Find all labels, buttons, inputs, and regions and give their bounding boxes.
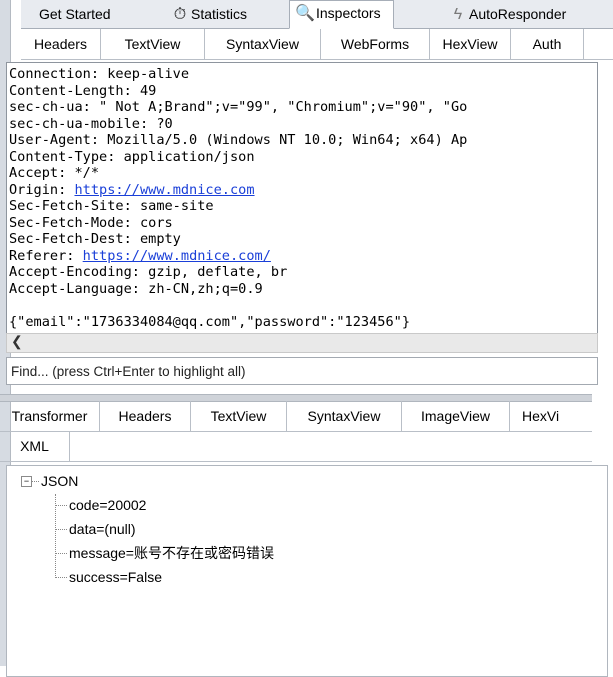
tab-get-started[interactable]: Get Started bbox=[39, 2, 111, 27]
tab-request-textview[interactable]: TextView bbox=[101, 29, 205, 59]
horizontal-scrollbar[interactable]: ❮ bbox=[6, 333, 598, 353]
origin-label: Origin: bbox=[9, 181, 75, 198]
response-tabs: Transformer Headers TextView SyntaxView … bbox=[0, 401, 592, 432]
origin-link[interactable]: https://www.mdnice.com bbox=[74, 182, 254, 198]
raw-request-content: Connection: keep-alive Content-Length: 4… bbox=[7, 63, 597, 330]
tab-label: Inspectors bbox=[316, 5, 381, 21]
tab-label: Get Started bbox=[39, 6, 111, 22]
tab-response-headers[interactable]: Headers bbox=[100, 401, 191, 431]
tab-response-textview[interactable]: TextView bbox=[191, 401, 287, 431]
tree-root-node[interactable]: JSON bbox=[41, 472, 78, 490]
tab-request-headers[interactable]: Headers bbox=[21, 29, 101, 59]
tree-node-message[interactable]: message=账号不存在或密码错误 bbox=[69, 544, 274, 562]
tab-response-transformer[interactable]: Transformer bbox=[0, 401, 100, 431]
stopwatch-icon: ⏱ bbox=[173, 6, 187, 23]
raw-headers-top: Connection: keep-alive Content-Length: 4… bbox=[9, 66, 468, 181]
tree-node-data[interactable]: data=(null) bbox=[69, 520, 136, 538]
find-input[interactable]: Find... (press Ctrl+Enter to highlight a… bbox=[6, 357, 598, 385]
request-subtabs: Headers TextView SyntaxView WebForms Hex… bbox=[21, 29, 613, 60]
tree-connector bbox=[55, 505, 67, 506]
tree-node-success[interactable]: success=False bbox=[69, 568, 162, 586]
response-tabs-row2: XML bbox=[0, 431, 592, 462]
tab-request-hexview[interactable]: HexView bbox=[430, 29, 511, 59]
tab-request-auth[interactable]: Auth bbox=[511, 29, 584, 59]
tab-request-webforms[interactable]: WebForms bbox=[321, 29, 430, 59]
tree-connector bbox=[31, 481, 39, 482]
scroll-left-icon[interactable]: ❮ bbox=[11, 333, 23, 350]
referer-link[interactable]: https://www.mdnice.com/ bbox=[83, 248, 271, 264]
raw-headers-bottom: Accept-Encoding: gzip, deflate, br Accep… bbox=[9, 264, 411, 330]
tab-inspectors[interactable]: 🔍Inspectors bbox=[289, 0, 394, 29]
tab-autoresponder[interactable]: ϟ AutoResponder bbox=[447, 2, 567, 27]
tab-request-syntaxview[interactable]: SyntaxView bbox=[205, 29, 321, 59]
raw-request-text[interactable]: Connection: keep-alive Content-Length: 4… bbox=[6, 62, 598, 336]
tab-label: Statistics bbox=[191, 6, 248, 22]
tree-connector bbox=[55, 494, 56, 578]
tree-connector bbox=[55, 577, 67, 578]
lightning-icon: ϟ bbox=[453, 6, 463, 23]
tab-response-xml[interactable]: XML bbox=[0, 431, 70, 461]
json-tree-view[interactable]: − JSON code=20002 data=(null) message=账号… bbox=[6, 465, 608, 677]
raw-headers-middle: Sec-Fetch-Site: same-site Sec-Fetch-Mode… bbox=[9, 198, 214, 247]
referer-label: Referer: bbox=[9, 247, 83, 264]
magnifier-icon: 🔍 bbox=[295, 5, 315, 22]
tab-response-imageview[interactable]: ImageView bbox=[402, 401, 510, 431]
tab-statistics[interactable]: ⏱ Statistics bbox=[169, 2, 247, 27]
tree-connector bbox=[55, 529, 67, 530]
tree-node-code[interactable]: code=20002 bbox=[69, 496, 146, 514]
tree-connector bbox=[55, 553, 67, 554]
tab-response-syntaxview[interactable]: SyntaxView bbox=[287, 401, 402, 431]
tab-response-hexview[interactable]: HexVi bbox=[510, 401, 592, 431]
main-tab-strip: Get Started ⏱ Statistics 🔍Inspectors ϟ Aut… bbox=[21, 0, 613, 29]
tab-label: AutoResponder bbox=[469, 6, 567, 22]
